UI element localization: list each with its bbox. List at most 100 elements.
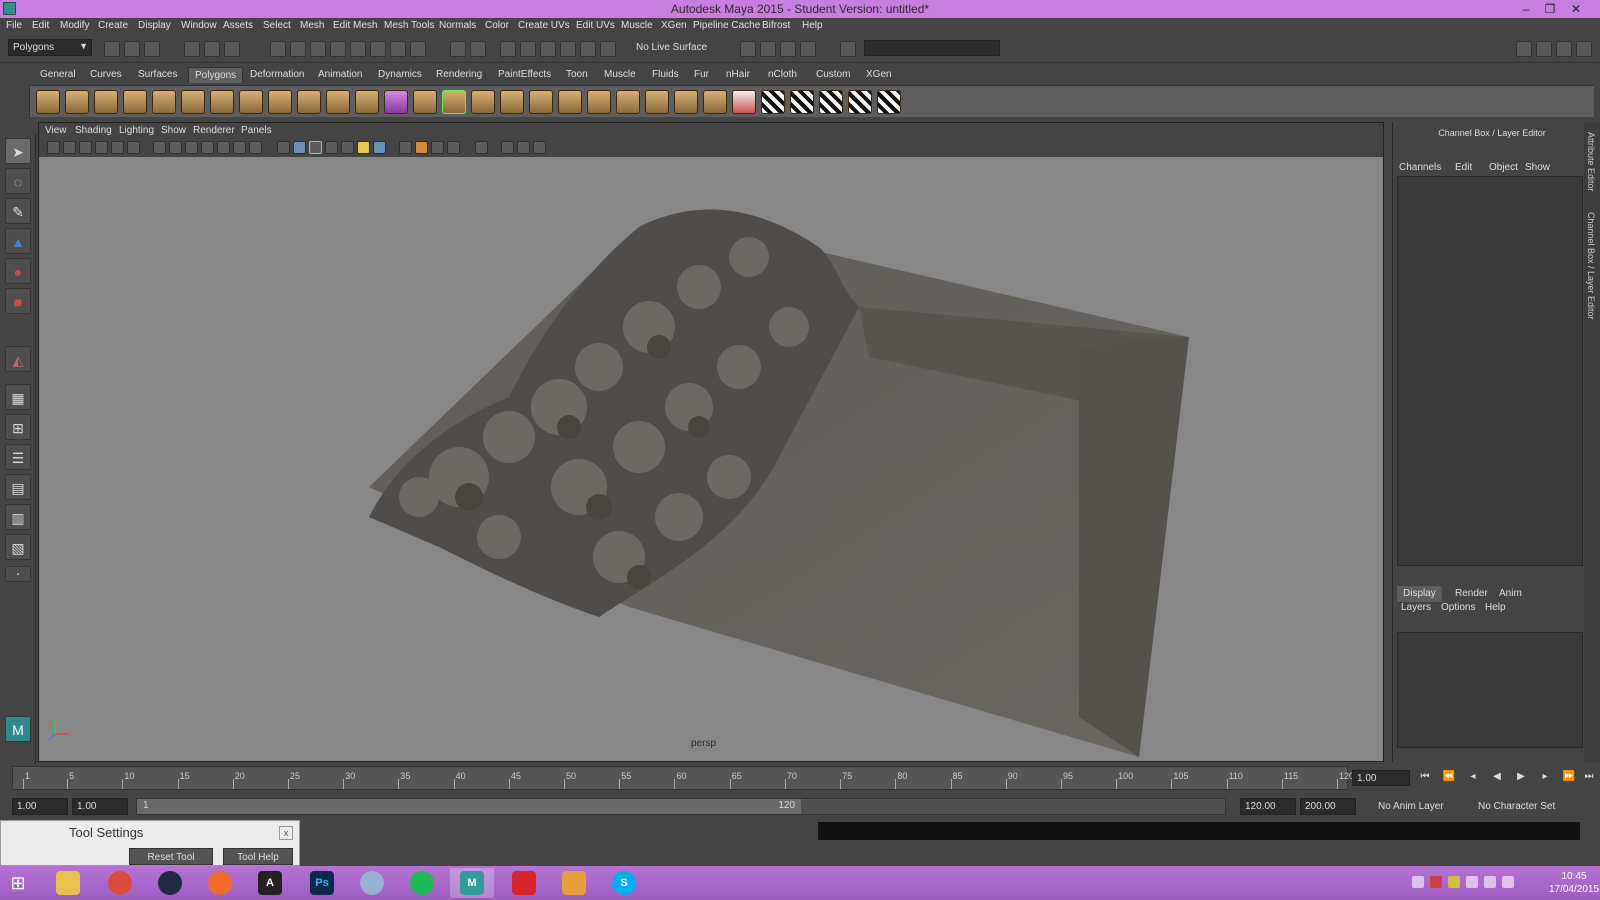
- selection-filter-icon[interactable]: [470, 41, 486, 57]
- character-set-label[interactable]: No Character Set: [1478, 801, 1555, 812]
- menu-edit[interactable]: Edit: [32, 20, 49, 31]
- channel-box-area[interactable]: [1397, 176, 1583, 566]
- use-all-lights-icon[interactable]: [341, 141, 354, 154]
- collapse-icon[interactable]: [674, 90, 698, 114]
- show-manipulator-tool[interactable]: ◭: [5, 346, 31, 372]
- image-plane-icon[interactable]: [95, 141, 108, 154]
- playback-end-field[interactable]: 120.00: [1240, 798, 1296, 815]
- help-line-icon[interactable]: [410, 41, 426, 57]
- poly-pyramid-icon[interactable]: [210, 90, 234, 114]
- step-forward-key-icon[interactable]: ▸: [1536, 771, 1554, 785]
- insert-edge-loop-icon[interactable]: [529, 90, 553, 114]
- taskbar-explorer[interactable]: [46, 868, 90, 898]
- taskbar-autodesk[interactable]: A: [248, 868, 292, 898]
- menu-color[interactable]: Color: [485, 20, 509, 31]
- tab-custom[interactable]: Custom: [810, 67, 856, 83]
- smooth-icon[interactable]: [355, 90, 379, 114]
- reset-tool-button[interactable]: Reset Tool: [129, 848, 213, 865]
- range-handle[interactable]: 1 120: [137, 799, 801, 814]
- panel-menu-view[interactable]: View: [45, 125, 67, 136]
- panel-menu-lighting[interactable]: Lighting: [119, 125, 154, 136]
- offset-edge-loop-icon[interactable]: [558, 90, 582, 114]
- layer-tab-render[interactable]: Render: [1449, 586, 1494, 602]
- tab-dynamics[interactable]: Dynamics: [372, 67, 428, 83]
- current-frame-field[interactable]: 1.00: [1352, 770, 1410, 786]
- poly-plane-icon[interactable]: [152, 90, 176, 114]
- planar-mapping-icon[interactable]: [761, 90, 785, 114]
- snap-view-plane-icon[interactable]: [330, 41, 346, 57]
- layout-four-icon[interactable]: [1536, 41, 1552, 57]
- split-polygon-icon[interactable]: [500, 90, 524, 114]
- toggle-panels-icon[interactable]: [1576, 41, 1592, 57]
- scale-tool[interactable]: ■: [5, 288, 31, 314]
- backface-culling-icon[interactable]: [517, 141, 530, 154]
- xray-icon[interactable]: [475, 141, 488, 154]
- menu-mesh-tools[interactable]: Mesh Tools: [384, 20, 434, 31]
- hypershade-icon[interactable]: [560, 41, 576, 57]
- menu-select[interactable]: Select: [263, 20, 291, 31]
- tab-fur[interactable]: Fur: [688, 67, 715, 83]
- poly-cylinder-icon[interactable]: [94, 90, 118, 114]
- menu-assets[interactable]: Assets: [223, 20, 253, 31]
- taskbar-steam[interactable]: [148, 868, 192, 898]
- layer-menu-layers[interactable]: Layers: [1401, 602, 1431, 613]
- step-forward-frame-icon[interactable]: ⏩: [1560, 771, 1578, 785]
- play-backwards-icon[interactable]: ◀: [1488, 771, 1506, 785]
- play-forwards-icon[interactable]: ▶: [1512, 771, 1530, 785]
- menu-set-dropdown[interactable]: Polygons ▼: [8, 39, 92, 56]
- menu-file[interactable]: File: [6, 20, 22, 31]
- rotate-tool[interactable]: ●: [5, 258, 31, 284]
- anti-aliasing-icon[interactable]: [415, 141, 428, 154]
- poly-sphere-icon[interactable]: [36, 90, 60, 114]
- safe-action-icon[interactable]: [233, 141, 246, 154]
- layer-tab-display[interactable]: Display: [1397, 586, 1442, 602]
- cb-menu-show[interactable]: Show: [1525, 162, 1550, 173]
- sculpt-geometry-icon[interactable]: [732, 90, 756, 114]
- snap-grid-icon[interactable]: [270, 41, 286, 57]
- animation-end-field[interactable]: 200.00: [1300, 798, 1356, 815]
- 2d-pan-zoom-icon[interactable]: [111, 141, 124, 154]
- step-back-key-icon[interactable]: ◂: [1464, 771, 1482, 785]
- menu-help[interactable]: Help: [802, 20, 823, 31]
- taskbar-photoshop[interactable]: Ps: [300, 868, 344, 898]
- tab-xgen[interactable]: XGen: [860, 67, 898, 83]
- menu-mesh[interactable]: Mesh: [300, 20, 324, 31]
- menu-create[interactable]: Create: [98, 20, 128, 31]
- layout-outliner-persp[interactable]: ☰: [5, 444, 31, 470]
- layer-list-area[interactable]: [1397, 632, 1583, 748]
- perspective-viewport[interactable]: persp: [39, 157, 1383, 761]
- lasso-tool[interactable]: ◌: [5, 168, 31, 194]
- menu-pipeline-cache[interactable]: Pipeline Cache: [693, 20, 760, 31]
- tab-animation[interactable]: Animation: [312, 67, 368, 83]
- menu-edit-uvs[interactable]: Edit UVs: [576, 20, 615, 31]
- save-scene-icon[interactable]: [144, 41, 160, 57]
- layout-custom[interactable]: ▧: [5, 534, 31, 560]
- append-polygon-icon[interactable]: [471, 90, 495, 114]
- minimize-icon[interactable]: –: [1516, 0, 1536, 18]
- tab-nhair[interactable]: nHair: [720, 67, 756, 83]
- select-hierarchy-icon[interactable]: [184, 41, 200, 57]
- tab-muscle[interactable]: Muscle: [598, 67, 642, 83]
- battery-icon[interactable]: [1466, 876, 1478, 888]
- snap-live-icon[interactable]: [350, 41, 366, 57]
- isolate-select-icon[interactable]: [447, 141, 460, 154]
- anim-layer-label[interactable]: No Anim Layer: [1378, 801, 1444, 812]
- menu-modify[interactable]: Modify: [60, 20, 89, 31]
- transform-input-icon[interactable]: [780, 41, 796, 57]
- menu-edit-mesh[interactable]: Edit Mesh: [333, 20, 377, 31]
- history-icon[interactable]: [370, 41, 386, 57]
- move-tool[interactable]: ▲: [5, 228, 31, 254]
- select-component-icon[interactable]: [224, 41, 240, 57]
- menu-display[interactable]: Display: [138, 20, 171, 31]
- range-bar[interactable]: 1 120: [136, 798, 1226, 815]
- cb-menu-channels[interactable]: Channels: [1399, 162, 1441, 173]
- layer-tab-anim[interactable]: Anim: [1493, 586, 1528, 602]
- layout-hypershade[interactable]: ▥: [5, 504, 31, 530]
- layout-single-icon[interactable]: [1516, 41, 1532, 57]
- panel-menu-renderer[interactable]: Renderer: [193, 125, 235, 136]
- layout-outliner-icon[interactable]: [1556, 41, 1572, 57]
- smooth-shade-icon[interactable]: [293, 141, 306, 154]
- layer-menu-help[interactable]: Help: [1485, 602, 1506, 613]
- animation-start-field[interactable]: 1.00: [12, 798, 68, 815]
- taskbar-pencil[interactable]: [552, 868, 596, 898]
